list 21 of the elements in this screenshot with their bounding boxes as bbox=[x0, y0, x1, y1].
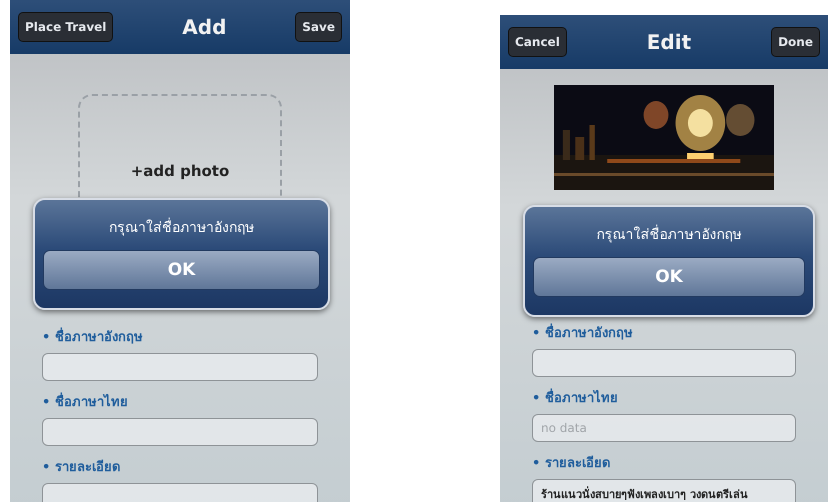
field-label: • ชื่อภาษาไทย bbox=[42, 391, 128, 412]
screen-title: Add bbox=[182, 15, 226, 39]
input-field[interactable] bbox=[532, 349, 796, 377]
add-photo-label: +add photo bbox=[130, 162, 230, 180]
field-label: • ชื่อภาษาอังกฤษ bbox=[42, 326, 143, 347]
alert-message: กรุณาใส่ชื่อภาษาอังกฤษ bbox=[109, 216, 254, 238]
field-placeholder: no data bbox=[541, 421, 587, 435]
nav-left-button[interactable]: Place Travel bbox=[18, 12, 114, 42]
field-value: ร้านแนวนั่งสบายๆฟังเพลงเบาๆ วงดนตรีเล่น bbox=[541, 485, 748, 502]
nav-right-button[interactable]: Done bbox=[771, 27, 820, 57]
input-field[interactable] bbox=[42, 418, 318, 446]
nav-left-button[interactable]: Cancel bbox=[508, 27, 567, 57]
field-label: • รายละเอียด bbox=[42, 458, 120, 477]
field-label: • ชื่อภาษาอังกฤษ bbox=[532, 322, 633, 343]
nav-right-button[interactable]: Save bbox=[295, 12, 342, 42]
text-area[interactable]: ร้านแนวนั่งสบายๆฟังเพลงเบาๆ วงดนตรีเล่น bbox=[532, 479, 796, 502]
input-field[interactable] bbox=[42, 353, 318, 381]
field-label: • รายละเอียด bbox=[532, 454, 610, 473]
screen-title: Edit bbox=[646, 30, 692, 54]
alert-message: กรุณาใส่ชื่อภาษาอังกฤษ bbox=[596, 223, 742, 245]
field-label: • ชื่อภาษาไทย bbox=[532, 387, 618, 408]
